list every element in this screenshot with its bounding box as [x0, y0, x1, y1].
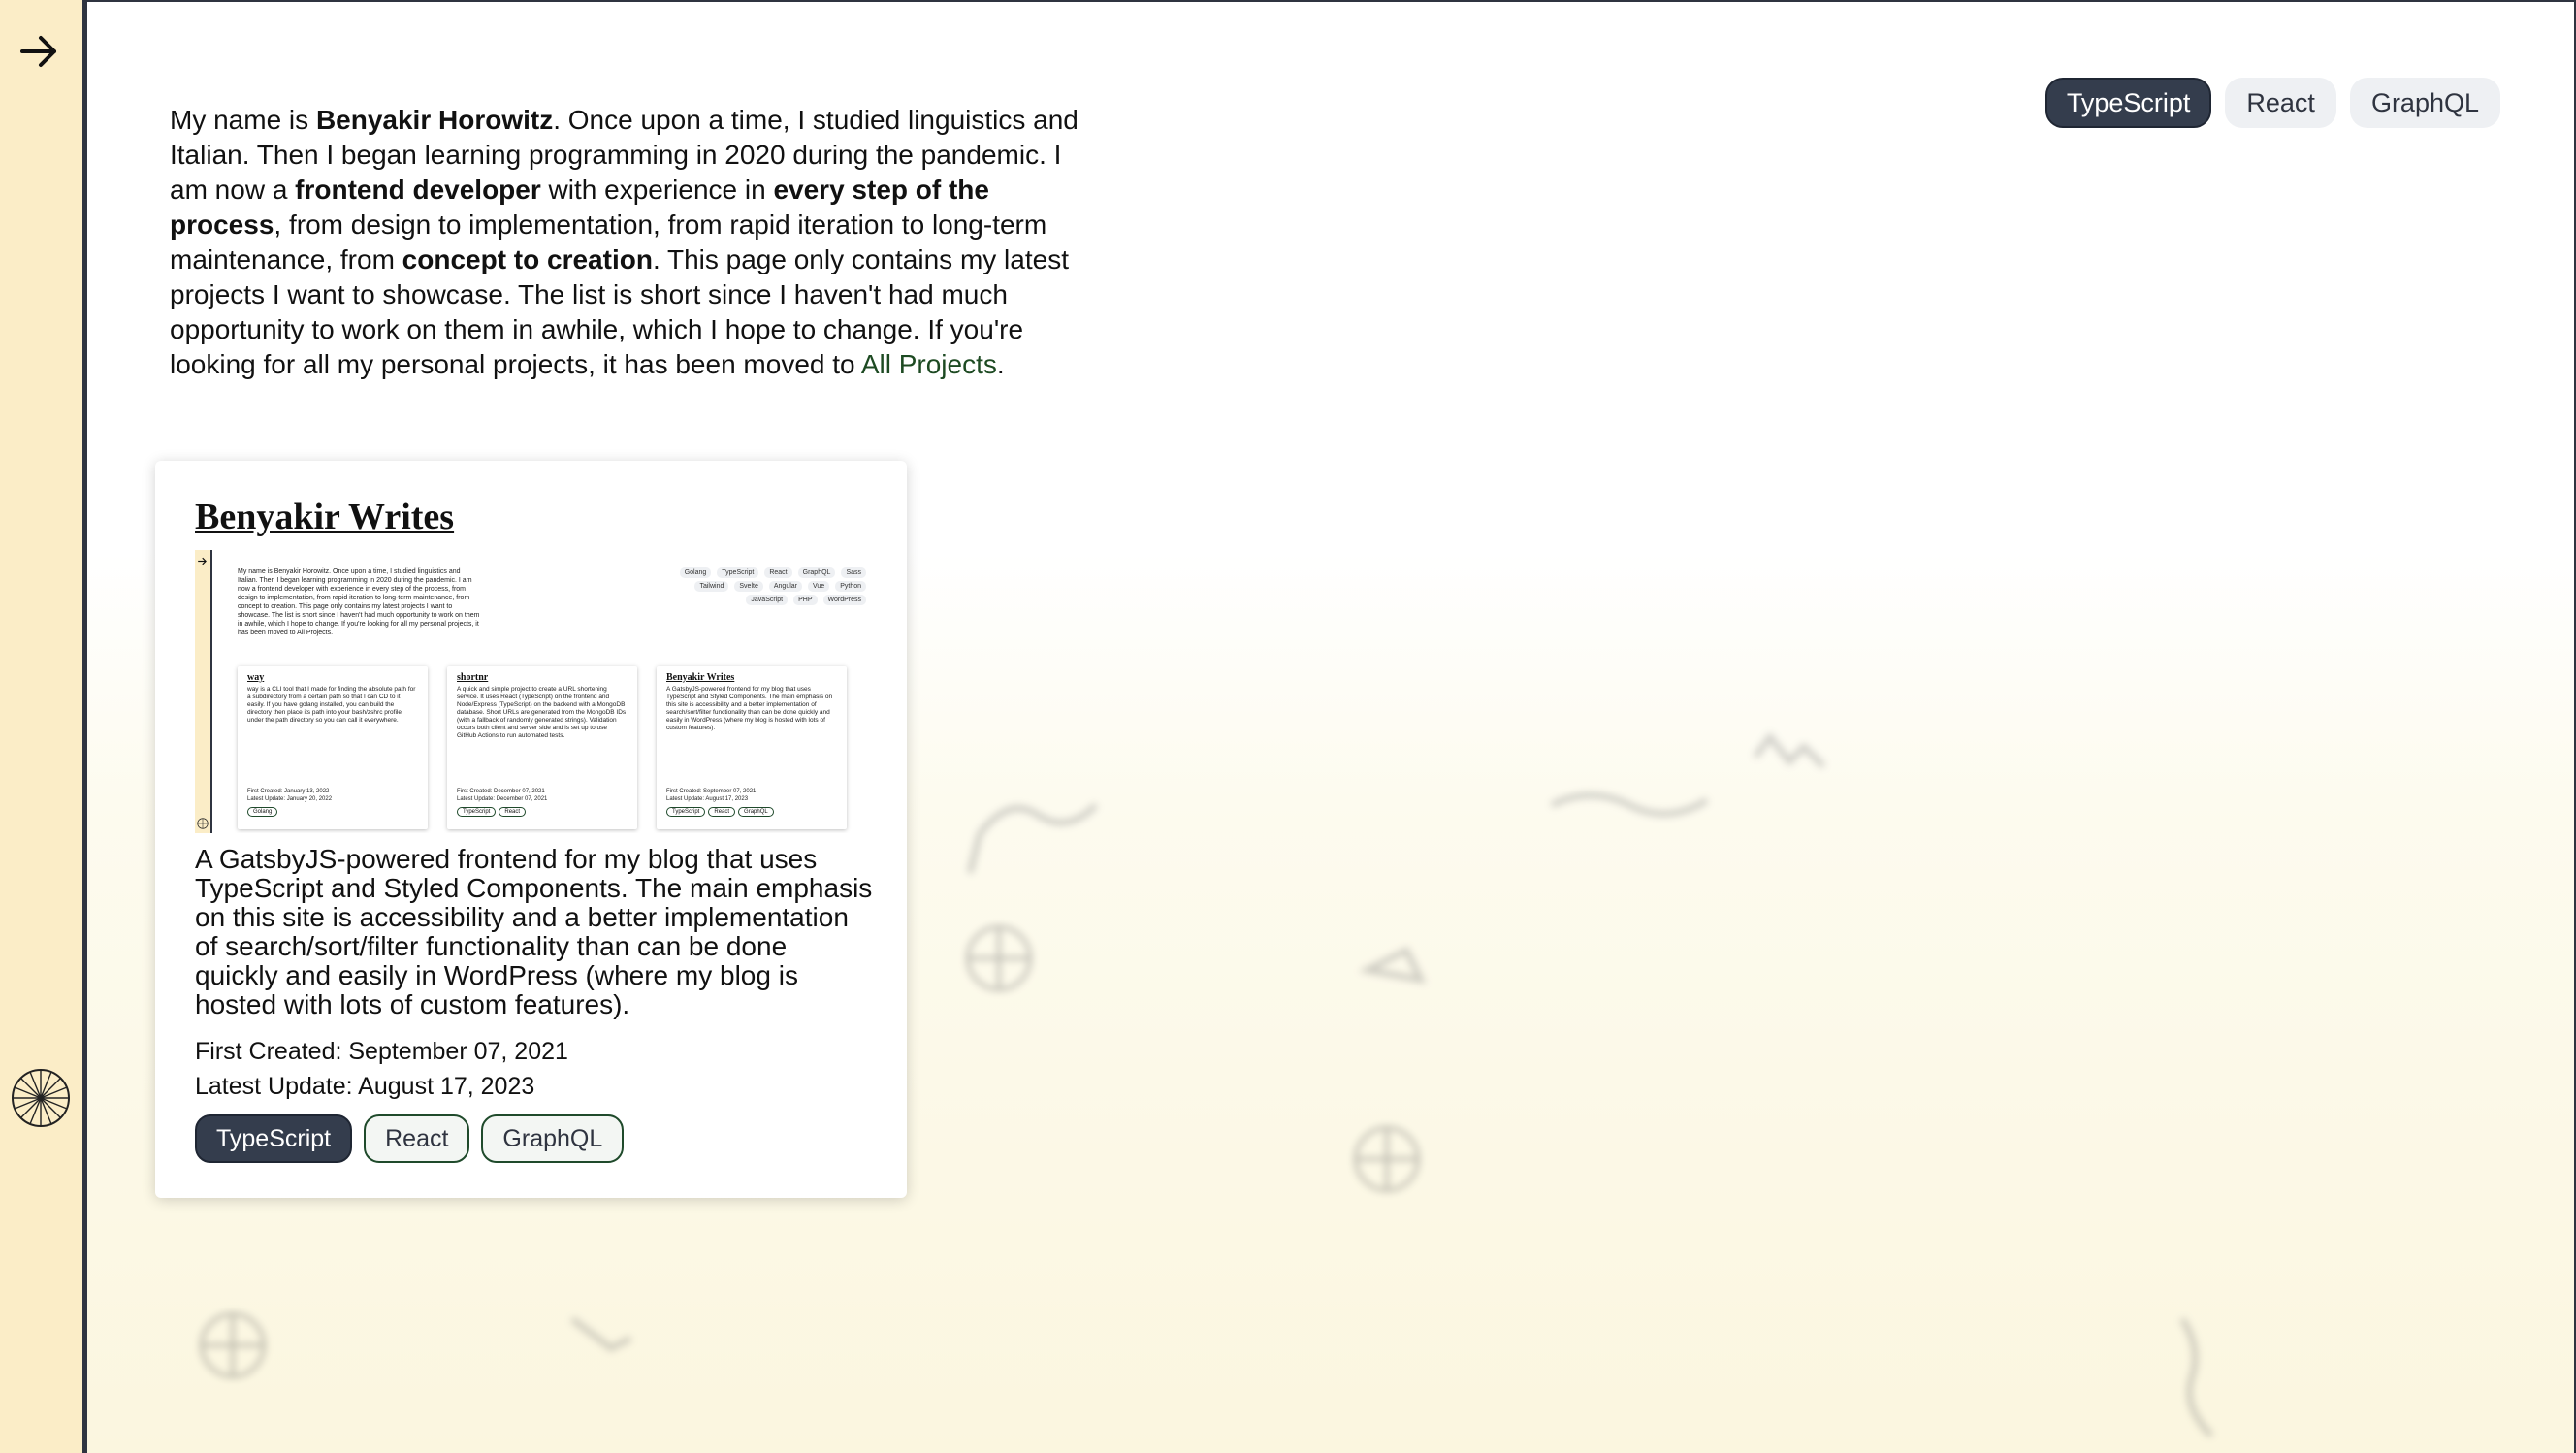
filter-chip-graphql[interactable]: GraphQL: [2349, 78, 2500, 128]
mini-project-card: shortnr A quick and simple project to cr…: [447, 666, 637, 829]
project-description: A GatsbyJS-powered frontend for my blog …: [195, 844, 873, 1019]
bio-name: Benyakir Horowitz: [315, 105, 554, 135]
mini-card-updated: Latest Update: December 07, 2021: [457, 796, 548, 802]
mini-card-desc: A quick and simple project to create a U…: [457, 686, 627, 739]
mini-chip: WordPress: [822, 595, 866, 605]
technology-filters: TypeScript React GraphQL: [2045, 78, 2500, 128]
mini-tag: GraphQL: [738, 807, 774, 817]
bio-role: frontend developer: [295, 175, 541, 205]
mini-tag: Golang: [247, 807, 278, 817]
all-projects-link[interactable]: All Projects: [861, 349, 997, 379]
filter-chip-typescript[interactable]: TypeScript: [2045, 78, 2212, 128]
mini-chip: Angular: [768, 581, 802, 592]
mini-card-meta: First Created: December 07, 2021 Latest …: [457, 788, 547, 803]
mini-chip: GraphQL: [797, 567, 836, 578]
mini-card-title: shortnr: [457, 672, 489, 683]
mini-chip: Tailwind: [694, 581, 729, 592]
mini-card-tags: TypeScript React: [457, 807, 527, 817]
mini-tag: React: [499, 807, 527, 817]
filter-chip-react[interactable]: React: [2225, 78, 2336, 128]
mini-tag: TypeScript: [457, 807, 497, 817]
mini-filter-chips: Golang TypeScript React GraphQL Sass Tai…: [653, 567, 866, 605]
mini-card-tags: Golang: [247, 807, 278, 817]
mini-card-updated: Latest Update: January 20, 2022: [247, 796, 333, 802]
mini-card-updated: Latest Update: August 17, 2023: [666, 796, 749, 802]
mini-chip: Svelte: [734, 581, 763, 592]
mini-chip: Python: [835, 581, 866, 592]
mini-chip: Vue: [808, 581, 830, 592]
project-card: Benyakir Writes My name is Benyakir Horo…: [155, 461, 907, 1198]
mini-project-card: Benyakir Writes A GatsbyJS-powered front…: [657, 666, 847, 829]
project-updated-date: Latest Update: August 17, 2023: [195, 1073, 535, 1100]
mini-card-tags: TypeScript React GraphQL: [666, 807, 774, 817]
mini-card-meta: First Created: January 13, 2022 Latest U…: [247, 788, 332, 803]
bio-text: .: [996, 349, 1005, 379]
mini-card-desc: way is a CLI tool that I made for findin…: [247, 686, 416, 724]
tag-react[interactable]: React: [364, 1114, 470, 1163]
project-tags: TypeScript React GraphQL: [195, 1114, 625, 1163]
project-screenshot: My name is Benyakir Horowitz. Once upon …: [195, 550, 870, 833]
mini-sidebar: [195, 550, 212, 833]
tag-typescript[interactable]: TypeScript: [195, 1114, 353, 1163]
mini-tag: TypeScript: [666, 807, 706, 817]
mini-project-card: way way is a CLI tool that I made for fi…: [238, 666, 428, 829]
mini-chip: JavaScript: [746, 595, 789, 605]
mini-chip: Sass: [841, 567, 866, 578]
mini-card-title: Benyakir Writes: [666, 672, 735, 683]
arrow-right-icon[interactable]: [17, 29, 62, 74]
mini-chip: React: [764, 567, 792, 578]
window-top-border: [0, 0, 2576, 2]
bio-concept: concept to creation: [402, 244, 653, 274]
mini-card-title: way: [247, 672, 265, 683]
tag-graphql[interactable]: GraphQL: [481, 1114, 625, 1163]
mini-bio-text: My name is Benyakir Horowitz. Once upon …: [238, 568, 480, 636]
mini-wheel-icon: [197, 818, 209, 829]
screenshot-preview: My name is Benyakir Horowitz. Once upon …: [195, 550, 870, 833]
mini-card-created: First Created: January 13, 2022: [247, 789, 330, 794]
mini-tag: React: [708, 807, 736, 817]
mini-chip: Golang: [679, 567, 712, 578]
mini-arrow-icon: [198, 557, 207, 565]
sidebar: [0, 0, 87, 1453]
bio-text: My name is: [170, 105, 316, 135]
bio-text: with experience in: [540, 175, 774, 205]
mini-card-meta: First Created: September 07, 2021 Latest…: [666, 788, 756, 803]
mini-card-created: First Created: September 07, 2021: [666, 789, 757, 794]
mini-chip: PHP: [793, 595, 818, 605]
wheel-icon: [12, 1069, 70, 1127]
bio-paragraph: My name is Benyakir Horowitz. Once upon …: [170, 103, 1101, 382]
mini-chip: TypeScript: [717, 567, 759, 578]
project-title-link[interactable]: Benyakir Writes: [195, 496, 454, 538]
mini-card-desc: A GatsbyJS-powered frontend for my blog …: [666, 686, 833, 731]
mini-card-created: First Created: December 07, 2021: [457, 789, 545, 794]
project-created-date: First Created: September 07, 2021: [195, 1038, 568, 1065]
